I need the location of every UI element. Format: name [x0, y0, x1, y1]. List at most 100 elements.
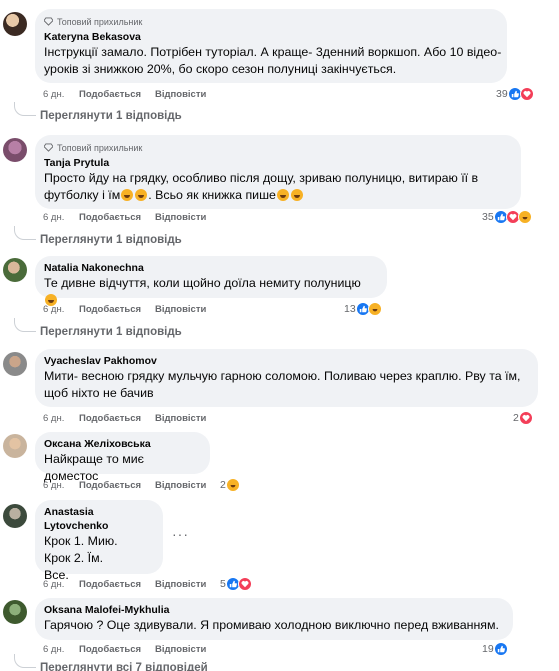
comment-text: Просто йду на грядку, особливо після дощ…: [44, 170, 518, 204]
comment-meta: 6 дн. Подобається Відповісти: [43, 304, 206, 315]
reply-button[interactable]: Відповісти: [155, 413, 206, 424]
reply-button[interactable]: Відповісти: [155, 644, 206, 655]
view-replies-link[interactable]: Переглянути 1 відповідь: [40, 234, 182, 246]
reaction-count: 13: [344, 303, 356, 315]
avatar[interactable]: [3, 258, 27, 282]
comment-text: Гарячою ? Оце здивували. Я промиваю холо…: [44, 618, 499, 632]
comment-text-part: . Всьо як книжка пише: [148, 188, 276, 202]
comment-time[interactable]: 6 дн.: [43, 89, 79, 100]
haha-icon: [225, 478, 240, 492]
comment-bubble: Oksana Malofei-Mykhulia Гарячою ? Оце зд…: [35, 598, 513, 640]
like-button[interactable]: Подобається: [79, 644, 155, 655]
comment-bubble: Anastasia Lytovchenko Крок 1. Мию. Крок …: [35, 500, 163, 582]
comment-bubble: Топовий прихильник Tanja Prytula Просто …: [35, 135, 521, 209]
reply-button[interactable]: Відповісти: [155, 304, 206, 315]
reply-button[interactable]: Відповісти: [155, 89, 206, 100]
comment-meta: 6 дн. Подобається Відповісти: [43, 413, 206, 424]
comment-author[interactable]: Natalia Nakonechna: [44, 261, 377, 275]
comment-time[interactable]: 6 дн.: [43, 304, 79, 315]
comment-text: Мити- весною грядку мульчую гарною солом…: [44, 369, 521, 400]
reaction-summary[interactable]: 19: [482, 642, 508, 656]
laughing-emoji-icon: [121, 189, 134, 201]
avatar[interactable]: [3, 138, 27, 162]
reaction-count: 2: [220, 479, 226, 491]
badge-label: Топовий прихильник: [57, 142, 143, 153]
comment-bubble: Топовий прихильник Kateryna Bekasova Інс…: [35, 9, 507, 83]
haha-icon: [367, 302, 382, 316]
like-button[interactable]: Подобається: [79, 579, 155, 590]
like-button[interactable]: Подобається: [79, 304, 155, 315]
comment: Топовий прихильник Kateryna Bekasova Інс…: [0, 0, 559, 130]
comment-bubble: Оксана Желіховська Найкраще то миє домес…: [35, 432, 210, 483]
comment-author[interactable]: Anastasia Lytovchenko: [44, 505, 153, 533]
reply-button[interactable]: Відповісти: [155, 579, 206, 590]
comment-time[interactable]: 6 дн.: [43, 413, 79, 424]
comment-author[interactable]: Kateryna Bekasova: [44, 30, 497, 44]
reaction-count: 2: [513, 412, 519, 424]
diamond-icon: [44, 17, 53, 26]
reaction-summary[interactable]: 13: [344, 302, 382, 316]
comment-text-part: Те дивне відчуття, коли щойно доїла неми…: [44, 276, 361, 290]
comment-author[interactable]: Oksana Malofei-Mykhulia: [44, 603, 503, 617]
like-button[interactable]: Подобається: [79, 89, 155, 100]
diamond-icon: [44, 143, 53, 152]
love-icon: [237, 577, 252, 591]
comment-bubble: Vyacheslav Pakhomov Мити- весною грядку …: [35, 349, 538, 407]
like-button[interactable]: Подобається: [79, 212, 155, 223]
reaction-summary[interactable]: 5: [220, 577, 252, 591]
reaction-summary[interactable]: 2: [513, 411, 533, 425]
avatar[interactable]: [3, 352, 27, 376]
comment: Vyacheslav Pakhomov Мити- весною грядку …: [0, 344, 559, 426]
like-button[interactable]: Подобається: [79, 413, 155, 424]
comment: Natalia Nakonechna Те дивне відчуття, ко…: [0, 252, 559, 344]
reply-button[interactable]: Відповісти: [155, 212, 206, 223]
avatar[interactable]: [3, 434, 27, 458]
reaction-count: 19: [482, 643, 494, 655]
comment-meta: 6 дн. Подобається Відповісти: [43, 212, 206, 223]
view-replies-link[interactable]: Переглянути 1 відповідь: [40, 110, 182, 122]
top-fan-badge: Топовий прихильник: [44, 16, 497, 27]
like-icon: [493, 642, 508, 656]
comment-bubble: Natalia Nakonechna Те дивне відчуття, ко…: [35, 256, 387, 306]
comment-text: Крок 1. Мию. Крок 2. Їм. Все.: [44, 534, 118, 582]
view-replies-link[interactable]: Переглянути всі 7 відповідей: [40, 662, 208, 671]
avatar[interactable]: [3, 600, 27, 624]
reaction-summary[interactable]: 2: [220, 478, 240, 492]
comment-meta: 6 дн. Подобається Відповісти: [43, 89, 206, 100]
reaction-count: 5: [220, 578, 226, 590]
laughing-emoji-icon: [276, 189, 289, 201]
love-icon: [518, 411, 533, 425]
comment: Anastasia Lytovchenko Крок 1. Мию. Крок …: [0, 496, 559, 596]
thread-connector: [14, 318, 36, 332]
reaction-summary[interactable]: 35: [482, 210, 532, 224]
comment-time[interactable]: 6 дн.: [43, 212, 79, 223]
laughing-emoji-icon: [135, 189, 148, 201]
avatar[interactable]: [3, 12, 27, 36]
comment-time[interactable]: 6 дн.: [43, 644, 79, 655]
thread-connector: [14, 226, 36, 240]
top-fan-badge: Топовий прихильник: [44, 142, 511, 153]
reaction-count: 39: [496, 88, 508, 100]
like-button[interactable]: Подобається: [79, 480, 155, 491]
comment-meta: 6 дн. Подобається Відповісти: [43, 480, 206, 491]
thread-connector: [14, 102, 36, 116]
comment-time[interactable]: 6 дн.: [43, 579, 79, 590]
comment-time[interactable]: 6 дн.: [43, 480, 79, 491]
comment: Топовий прихильник Tanja Prytula Просто …: [0, 130, 559, 252]
grinning-emoji-icon: [290, 189, 303, 201]
avatar[interactable]: [3, 504, 27, 528]
comment-author[interactable]: Vyacheslav Pakhomov: [44, 354, 528, 368]
thread-connector: [14, 654, 36, 668]
haha-icon: [517, 210, 532, 224]
reaction-count: 35: [482, 211, 494, 223]
comment-text: Інструкції замало. Потрібен туторіал. А …: [44, 45, 502, 76]
comment-meta: 6 дн. Подобається Відповісти: [43, 579, 206, 590]
love-icon: [519, 87, 534, 101]
reply-button[interactable]: Відповісти: [155, 480, 206, 491]
reaction-summary[interactable]: 39: [496, 87, 534, 101]
comment-author[interactable]: Оксана Желіховська: [44, 437, 200, 451]
more-options-icon[interactable]: ···: [172, 526, 189, 542]
comment: Оксана Желіховська Найкраще то миє домес…: [0, 428, 559, 498]
view-replies-link[interactable]: Переглянути 1 відповідь: [40, 326, 182, 338]
comment-author[interactable]: Tanja Prytula: [44, 156, 511, 170]
